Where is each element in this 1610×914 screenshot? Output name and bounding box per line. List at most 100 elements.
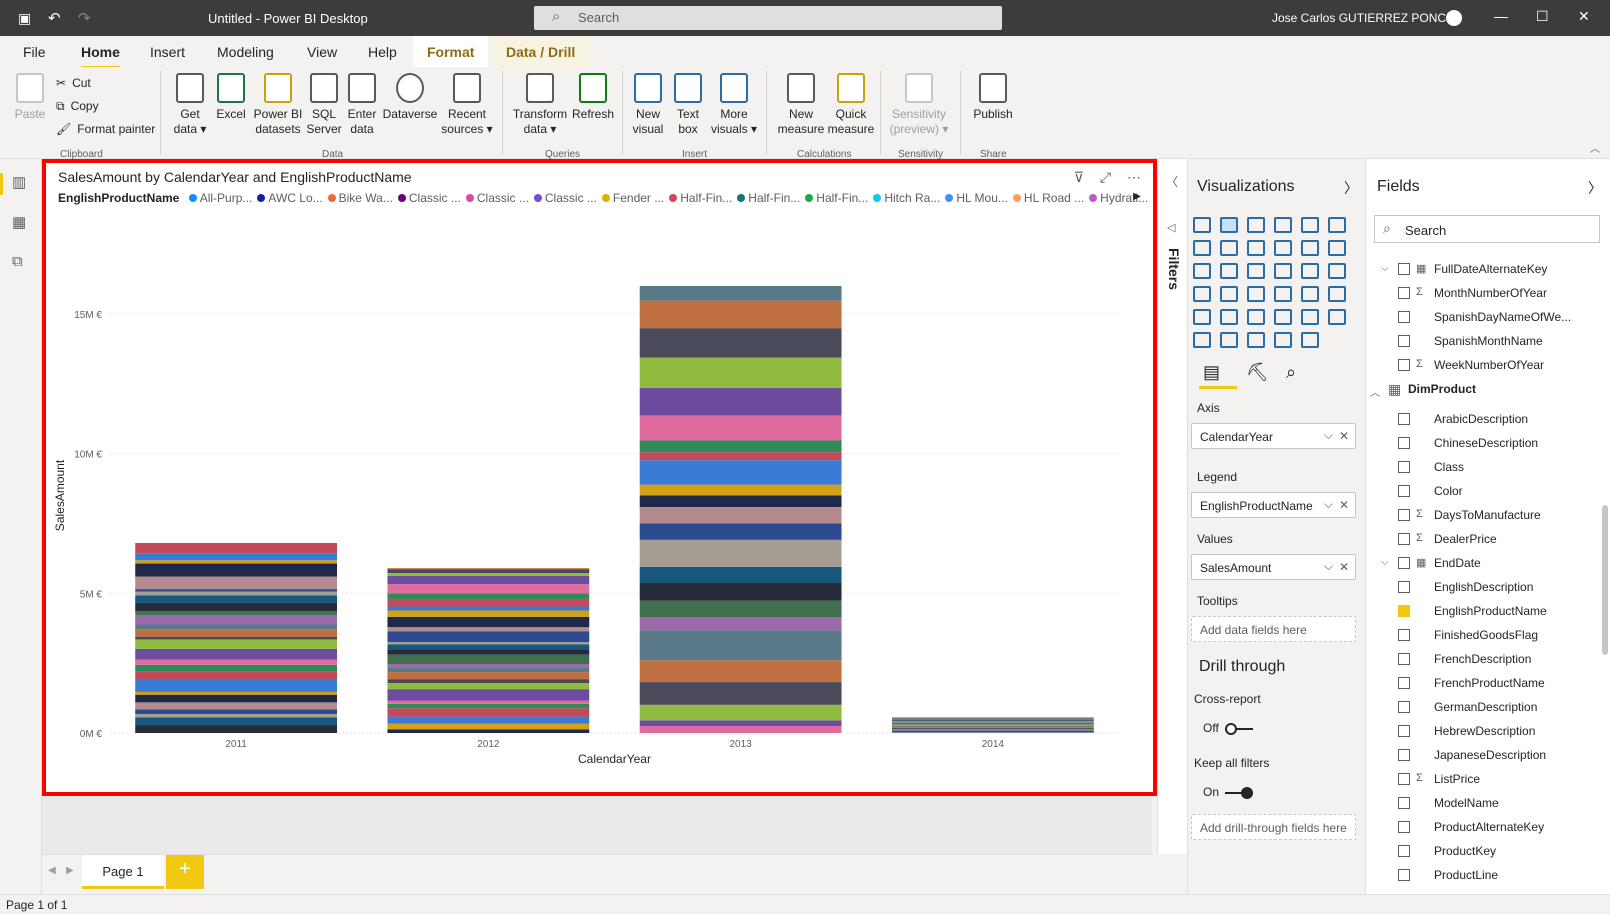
field-item[interactable]: EnglishProductName [1434,604,1547,618]
publish-button[interactable]: Publish [970,73,1016,122]
expand-filters-icon[interactable]: 〈 [1166,173,1178,190]
report-view-icon[interactable]: ▥ [12,173,30,191]
field-checkbox[interactable] [1398,581,1410,593]
tab-home[interactable]: Home [81,44,120,69]
new-measure-button[interactable]: New measure [776,73,826,137]
visual-type-icon[interactable] [1193,240,1211,256]
field-checkbox[interactable] [1398,287,1410,299]
legend-item[interactable]: Hitch Ra... [873,191,940,205]
field-checkbox[interactable] [1398,311,1410,323]
minimize-icon[interactable]: — [1494,8,1508,24]
refresh-button[interactable]: Refresh [570,73,616,122]
visual-type-icon[interactable] [1220,286,1238,302]
field-checkbox[interactable] [1398,749,1410,761]
sensitivity-button[interactable]: Sensitivity (preview) ▾ [888,73,950,137]
field-checkbox[interactable] [1398,677,1410,689]
filter-icon[interactable]: ⊽ [1074,169,1084,185]
visual-type-icon[interactable] [1328,217,1346,233]
field-checkbox[interactable] [1398,605,1410,617]
field-checkbox[interactable] [1398,461,1410,473]
visual-type-icon[interactable] [1220,332,1238,348]
visual-type-icon[interactable] [1274,263,1292,279]
field-item[interactable]: ChineseDescription [1434,436,1538,450]
field-item[interactable]: DaysToManufacture [1434,508,1541,522]
visual-type-icon[interactable] [1301,263,1319,279]
transform-data-button[interactable]: Transform data ▾ [512,73,568,137]
visual-type-icon[interactable] [1328,286,1346,302]
excel-button[interactable]: Excel [214,73,248,122]
focus-mode-icon[interactable]: ⤢ [1100,169,1111,185]
data-view-icon[interactable]: ▦ [12,213,30,231]
field-checkbox[interactable] [1398,437,1410,449]
field-item[interactable]: JapaneseDescription [1434,748,1546,762]
power-bi-datasets-button[interactable]: Power BI datasets [250,73,306,137]
legend-item[interactable]: Half-Fin... [737,191,800,205]
enter-data-button[interactable]: Enter data [344,73,380,137]
visual-type-icon[interactable] [1301,332,1319,348]
get-data-button[interactable]: Get data ▾ [170,73,210,137]
visual-type-icon[interactable] [1247,309,1265,325]
visual-type-icon[interactable] [1328,263,1346,279]
visual-type-icon[interactable] [1301,309,1319,325]
field-item[interactable]: FinishedGoodsFlag [1434,628,1538,642]
legend-well[interactable]: EnglishProductName ⌵ ✕ [1191,492,1356,518]
undo-icon[interactable]: ↶ [48,9,61,27]
drill-through-well[interactable]: Add drill-through fields here [1191,814,1356,840]
visual-type-icon[interactable] [1220,263,1238,279]
field-checkbox[interactable] [1398,359,1410,371]
paste-button[interactable]: Paste [12,73,48,122]
cut-button[interactable]: ✂ Cut [56,76,91,90]
recent-sources-button[interactable]: Recent sources ▾ [440,73,494,137]
save-icon[interactable]: ▣ [18,10,31,27]
visual-type-icon[interactable] [1301,240,1319,256]
keep-filters-toggle[interactable]: On [1203,785,1254,799]
field-item[interactable]: ArabicDescription [1434,412,1528,426]
field-item[interactable]: SpanishDayNameOfWe... [1434,310,1571,324]
fields-scrollbar[interactable] [1602,505,1608,655]
legend-item[interactable]: Half-Fin... [805,191,868,205]
field-checkbox[interactable] [1398,773,1410,785]
chevron-down-icon[interactable]: ⌵ [1324,428,1333,443]
close-icon[interactable]: ✕ [1578,8,1590,25]
field-checkbox[interactable] [1398,263,1410,275]
legend-item[interactable]: Classic ... [533,191,597,205]
tab-view[interactable]: View [307,44,337,60]
chevron-down-icon[interactable]: ⌵ [1324,559,1333,574]
field-item[interactable]: HebrewDescription [1434,724,1535,738]
field-item[interactable]: EndDate [1434,556,1481,570]
chevron-down-icon[interactable]: ⌵ [1324,497,1333,512]
new-visual-button[interactable]: New visual [630,73,666,137]
field-item[interactable]: WeekNumberOfYear [1434,358,1544,372]
tab-modeling[interactable]: Modeling [217,44,274,60]
chart-visual[interactable]: 0M € 5M € 10M € 15M € 2011 2012 2013 2014 Calend… [42,159,1157,796]
field-checkbox[interactable] [1398,509,1410,521]
visual-type-icon[interactable] [1220,309,1238,325]
legend-item[interactable]: Fender ... [601,191,664,205]
field-item[interactable]: FrenchDescription [1434,652,1531,666]
collapse-viz-icon[interactable]: 〉 [1344,178,1358,198]
tab-help[interactable]: Help [368,44,397,60]
prev-page-icon[interactable]: ◀ [48,865,56,876]
table-item[interactable]: DimProduct [1408,382,1476,396]
collapse-ribbon-icon[interactable]: ︿ [1590,140,1600,155]
field-item[interactable]: ProductKey [1434,844,1496,858]
field-item[interactable]: FullDateAlternateKey [1434,262,1547,276]
field-checkbox[interactable] [1398,629,1410,641]
legend-item[interactable]: All-Purp... [188,191,252,205]
legend-item[interactable]: Bike Wa... [327,191,393,205]
field-checkbox[interactable] [1398,335,1410,347]
model-view-icon[interactable]: ⧉ [12,253,30,270]
field-checkbox[interactable] [1398,725,1410,737]
field-checkbox[interactable] [1398,701,1410,713]
legend-item[interactable]: Classic ... [465,191,529,205]
field-item[interactable]: ListPrice [1434,772,1480,786]
visual-type-icon[interactable] [1274,332,1292,348]
dataverse-button[interactable]: Dataverse [382,73,438,122]
expand-hierarchy-icon[interactable]: ⌵ [1381,263,1389,274]
visual-type-icon[interactable] [1301,217,1319,233]
fields-search-input[interactable]: ⌕ Search [1374,215,1600,243]
remove-icon[interactable]: ✕ [1339,560,1349,574]
field-checkbox[interactable] [1398,797,1410,809]
visual-type-icon[interactable] [1247,263,1265,279]
field-item[interactable]: Color [1434,484,1463,498]
